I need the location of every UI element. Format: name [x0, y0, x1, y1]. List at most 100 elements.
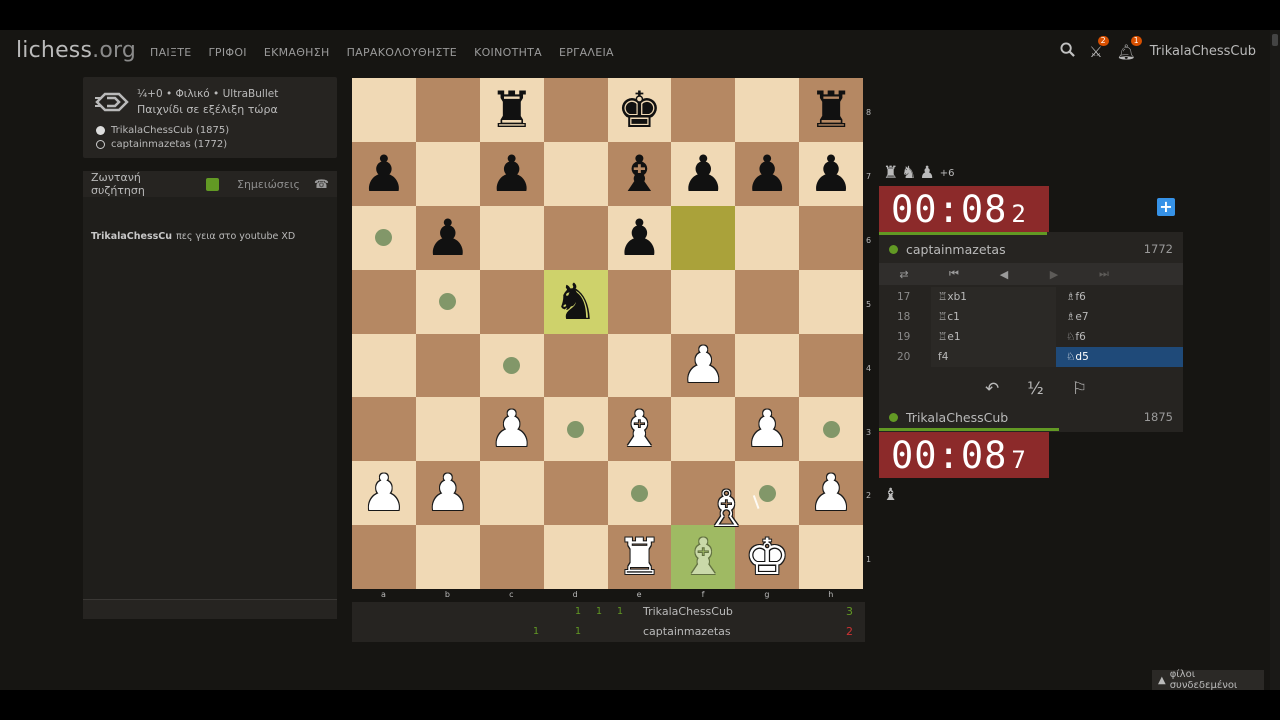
square-e2[interactable]	[607, 461, 672, 526]
nav-learn[interactable]: ΕΚΜΑΘΗΣΗ	[264, 46, 330, 59]
square-e1[interactable]: ♜	[607, 525, 672, 589]
square-c6[interactable]	[479, 205, 544, 270]
square-d2[interactable]	[543, 461, 608, 526]
black-pawn[interactable]: ♟	[362, 149, 407, 199]
square-d4[interactable]	[543, 333, 608, 398]
square-f3[interactable]	[671, 397, 736, 462]
black-player-info[interactable]: captainmazetas (1772)	[96, 139, 227, 150]
black-bishop[interactable]: ♝	[617, 149, 662, 199]
white-pawn[interactable]: ♟	[681, 340, 726, 390]
black-pawn[interactable]: ♟	[489, 149, 534, 199]
crosstable-result[interactable]: 1	[617, 606, 623, 617]
square-g8[interactable]	[735, 78, 800, 142]
takeback-icon[interactable]: ↶	[985, 379, 999, 399]
black-pawn[interactable]: ♟	[681, 149, 726, 199]
square-b4[interactable]	[415, 333, 480, 398]
black-pawn[interactable]: ♟	[809, 149, 854, 199]
square-h6[interactable]	[799, 205, 863, 270]
square-c7[interactable]: ♟	[479, 141, 544, 206]
square-a2[interactable]: ♟	[352, 461, 416, 526]
square-g5[interactable]	[735, 269, 800, 334]
black-rook[interactable]: ♜	[489, 85, 534, 135]
square-c5[interactable]	[479, 269, 544, 334]
chat-input[interactable]	[83, 599, 337, 619]
crosstable-player[interactable]: captainmazetas	[643, 625, 731, 638]
flip-board-icon[interactable]: ⇄	[879, 268, 929, 281]
square-e6[interactable]: ♟	[607, 205, 672, 270]
nav-puzzles[interactable]: ΓΡΙΦΟΙ	[208, 46, 246, 59]
white-player-info[interactable]: TrikalaChessCub (1875)	[96, 125, 229, 136]
square-a3[interactable]	[352, 397, 416, 462]
square-e5[interactable]	[607, 269, 672, 334]
crosstable-result[interactable]: 1	[575, 626, 581, 637]
crosstable-result[interactable]: 1	[575, 606, 581, 617]
square-c8[interactable]: ♜	[479, 78, 544, 142]
challenge-swords-icon[interactable]: ⚔ 2	[1089, 35, 1109, 61]
move-destination-dot[interactable]	[567, 420, 585, 438]
square-f6[interactable]	[671, 205, 736, 270]
white-move[interactable]: ♖e1	[931, 327, 1056, 347]
white-rook[interactable]: ♜	[617, 532, 662, 582]
top-player[interactable]: captainmazetas 1772	[879, 235, 1183, 263]
scrollbar-thumb[interactable]	[1272, 34, 1278, 46]
square-e7[interactable]: ♝	[607, 141, 672, 206]
ghost-white-bishop[interactable]: ♝	[681, 532, 726, 582]
square-b5[interactable]	[415, 269, 480, 334]
black-move[interactable]: ♘d5	[1056, 347, 1183, 367]
white-pawn[interactable]: ♟	[425, 468, 470, 518]
white-bishop[interactable]: ♝	[617, 404, 662, 454]
black-pawn[interactable]: ♟	[617, 213, 662, 263]
square-g4[interactable]	[735, 333, 800, 398]
site-logo[interactable]: lichess.org	[16, 38, 136, 63]
chat-message-user[interactable]: TrikalaChessCu	[91, 231, 172, 242]
dragging-white-bishop[interactable]: ♗	[704, 484, 749, 534]
square-g3[interactable]: ♟	[735, 397, 800, 462]
black-rook[interactable]: ♜	[809, 85, 854, 135]
square-d8[interactable]	[543, 78, 608, 142]
crosstable-result[interactable]: 1	[596, 606, 602, 617]
bottom-player[interactable]: TrikalaChessCub 1875	[879, 403, 1183, 431]
square-h7[interactable]: ♟	[799, 141, 863, 206]
square-h1[interactable]	[799, 525, 863, 589]
square-d7[interactable]	[543, 141, 608, 206]
chess-board[interactable]: ♜ ♚ ♜ ♟ ♟ ♝ ♟ ♟ ♟ ♟ ♟ ♞ ♟ ♟ ♝ ♟ ♟ ♟ ♟ ♜ ♝ ♚	[352, 78, 863, 589]
white-move[interactable]: ♖c1	[931, 307, 1056, 327]
square-f5[interactable]	[671, 269, 736, 334]
page-scrollbar[interactable]	[1270, 30, 1280, 690]
move-destination-dot[interactable]	[630, 484, 648, 502]
square-f4[interactable]: ♟	[671, 333, 736, 398]
white-pawn[interactable]: ♟	[745, 404, 790, 454]
square-a7[interactable]: ♟	[352, 141, 416, 206]
square-b3[interactable]	[415, 397, 480, 462]
square-f7[interactable]: ♟	[671, 141, 736, 206]
resign-flag-icon[interactable]: ⚐	[1072, 379, 1087, 399]
crosstable-player[interactable]: TrikalaChessCub	[643, 605, 733, 618]
next-move-icon[interactable]: ▶	[1029, 268, 1079, 281]
first-move-icon[interactable]: ⏮	[929, 267, 979, 281]
square-c2[interactable]	[479, 461, 544, 526]
white-pawn[interactable]: ♟	[809, 468, 854, 518]
square-d5[interactable]: ♞	[543, 269, 608, 334]
square-d6[interactable]	[543, 205, 608, 270]
tab-live-chat[interactable]: Ζωντανή συζήτηση	[83, 171, 219, 197]
square-e4[interactable]	[607, 333, 672, 398]
crosstable-result[interactable]: 1	[533, 626, 539, 637]
square-e3[interactable]: ♝	[607, 397, 672, 462]
square-b6[interactable]: ♟	[415, 205, 480, 270]
black-move[interactable]: ♘f6	[1056, 327, 1183, 347]
prev-move-icon[interactable]: ◀	[979, 268, 1029, 281]
white-pawn[interactable]: ♟	[362, 468, 407, 518]
phone-icon[interactable]: ☎︎	[314, 177, 329, 191]
search-icon[interactable]	[1060, 42, 1076, 61]
square-a5[interactable]	[352, 269, 416, 334]
square-h2[interactable]: ♟	[799, 461, 863, 526]
white-move[interactable]: f4	[931, 347, 1056, 367]
square-c1[interactable]	[479, 525, 544, 589]
nav-watch[interactable]: ΠΑΡΑΚΟΛΟΥΘΗΣΤΕ	[347, 46, 457, 59]
square-e8[interactable]: ♚	[607, 78, 672, 142]
square-h3[interactable]	[799, 397, 863, 462]
move-destination-dot[interactable]	[439, 293, 457, 311]
square-h5[interactable]	[799, 269, 863, 334]
black-knight[interactable]: ♞	[553, 277, 598, 327]
square-b8[interactable]	[415, 78, 480, 142]
